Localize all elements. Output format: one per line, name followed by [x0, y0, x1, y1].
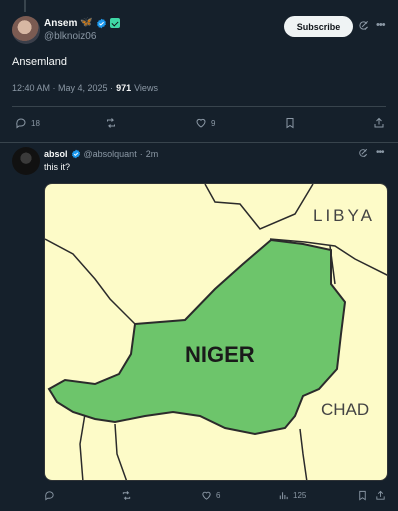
author-name-row: Ansem 🦋 — [44, 16, 120, 30]
subscribe-button[interactable]: Subscribe — [284, 16, 353, 37]
reply-icon — [45, 490, 54, 501]
bookmark-icon — [359, 490, 366, 500]
reply-text: this it? — [44, 162, 71, 172]
like-button[interactable]: 9 — [195, 114, 215, 132]
niger-map: NIGER LIBYA CHAD — [45, 184, 387, 480]
retweet-button[interactable] — [105, 114, 121, 132]
avatar[interactable] — [12, 147, 40, 175]
square-badge-icon — [109, 18, 120, 28]
views-count: 125 — [293, 490, 307, 500]
map-label-chad: CHAD — [321, 400, 369, 419]
grok-icon[interactable] — [358, 20, 369, 31]
reply-icon — [16, 118, 26, 129]
like-count: 9 — [211, 118, 216, 128]
views-button[interactable]: 125 — [278, 486, 306, 504]
separator-dot: · — [139, 148, 143, 159]
share-icon — [376, 490, 385, 500]
reply-author-handle[interactable]: @absolquant — [84, 149, 137, 159]
like-button[interactable]: 6 — [201, 486, 220, 504]
butterfly-icon: 🦋 — [80, 17, 93, 28]
retweet-icon — [122, 490, 131, 500]
reply-count: 18 — [31, 118, 40, 128]
map-image[interactable]: NIGER LIBYA CHAD — [44, 183, 388, 481]
map-label-libya: LIBYA — [313, 206, 375, 225]
more-icon[interactable]: ••• — [376, 147, 384, 158]
views-count: 971 — [116, 83, 132, 93]
retweet-icon — [107, 118, 115, 128]
tweet-text: Ansemland — [12, 56, 68, 68]
share-button[interactable] — [375, 486, 386, 504]
reply-action-bar: 6 125 — [0, 486, 398, 504]
views-icon — [279, 491, 288, 499]
action-bar: 18 9 — [0, 114, 398, 132]
reply-author-name[interactable]: absol — [44, 149, 68, 159]
map-label-niger: NIGER — [185, 342, 255, 367]
retweet-button[interactable] — [121, 486, 136, 504]
like-icon — [202, 491, 211, 500]
verified-icon[interactable] — [71, 149, 81, 159]
like-count: 6 — [216, 490, 221, 500]
bookmark-button[interactable] — [357, 486, 368, 504]
grok-icon[interactable] — [358, 148, 368, 158]
reply-time[interactable]: 2m — [146, 149, 159, 159]
author-name[interactable]: Ansem — [44, 18, 77, 29]
bookmark-button[interactable] — [284, 114, 296, 132]
reply-button[interactable]: 18 — [15, 114, 40, 132]
reply-author-row: absol @absolquant · 2m — [44, 147, 158, 160]
verified-icon[interactable] — [96, 18, 107, 29]
reply-button[interactable] — [44, 486, 59, 504]
views-label: Views — [134, 83, 158, 93]
timestamp[interactable]: 12:40 AM · May 4, 2025 · — [12, 83, 113, 93]
share-icon — [374, 117, 384, 128]
bookmark-icon — [286, 118, 294, 129]
author-handle[interactable]: @blknoiz06 — [44, 31, 96, 42]
like-icon — [196, 118, 206, 128]
divider — [12, 106, 386, 107]
avatar[interactable] — [12, 16, 40, 44]
share-button[interactable] — [373, 114, 385, 132]
tweet-meta: 12:40 AM · May 4, 2025 · 971 Views — [12, 83, 158, 93]
main-tweet: Ansem 🦋 @blknoiz06 Subscribe ••• Ansemla… — [0, 0, 398, 143]
more-icon[interactable]: ••• — [376, 19, 386, 31]
